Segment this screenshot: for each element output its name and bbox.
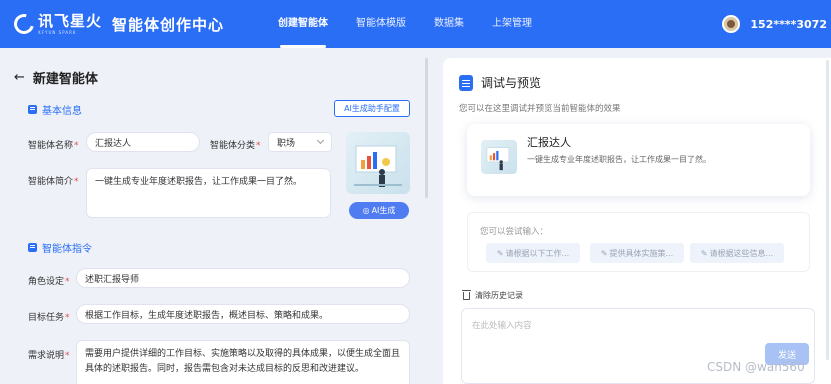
intro-label: 智能体简介* (28, 177, 79, 187)
needs-label: 需求说明* (28, 351, 70, 361)
ai-config-button[interactable]: AI生成助手配置 (334, 100, 410, 117)
presentation-illustration-icon (486, 147, 510, 171)
nav-datasets[interactable]: 数据集 (420, 0, 478, 48)
avatar[interactable] (722, 15, 741, 33)
username: 152****3072 (750, 17, 827, 31)
suggestion-box: 您可以尝试输入： ✎ 请根据以下工作... ✎ 提供具体实施策... ✎ 请根据这些信… (467, 212, 810, 272)
sparkle-icon: ◎ (362, 206, 370, 215)
nav-listing-management[interactable]: 上架管理 (478, 0, 546, 48)
agent-name-input[interactable]: 汇报达人 (86, 132, 200, 152)
basic-info-header: 基本信息 (28, 102, 82, 117)
agent-intro-textarea[interactable]: 一键生成专业年度述职报告，让工作成果一目了然。 (86, 168, 331, 218)
role-label: 角色设定* (28, 277, 70, 287)
main-nav: 创建智能体 智能体模版 数据集 上架管理 (264, 0, 546, 48)
clear-history-button[interactable]: 清除历史记录 (462, 289, 523, 301)
category-select[interactable]: 职场 (268, 132, 332, 152)
spark-logo-icon (10, 10, 38, 38)
edit-icon: ✎ (600, 248, 608, 258)
category-value: 职场 (277, 138, 296, 149)
logo-subtext: XFYUN SPARK (38, 29, 77, 35)
section-icon (28, 243, 37, 252)
suggestion-label: 您可以尝试输入： (480, 227, 549, 237)
brand-logo[interactable]: 讯飞星火 XFYUN SPARK (10, 10, 103, 38)
agent-preview-image (481, 140, 517, 174)
panel-subtitle: 您可以在这里调试并预览当前智能体的效果 (459, 104, 621, 114)
ai-generate-label: AI生成 (371, 206, 396, 215)
watermark: CSDN @wan560 (707, 360, 805, 374)
category-label: 智能体分类* (210, 141, 261, 151)
preview-agent-desc: 一键生成专业年度述职报告，让工作成果一目了然。 (527, 155, 711, 164)
goal-label: 目标任务* (28, 313, 70, 323)
panel-title: 调试与预览 (481, 76, 542, 90)
page-title: 新建智能体 (32, 72, 98, 87)
edit-icon: ✎ (700, 248, 708, 258)
nav-create-agent[interactable]: 创建智能体 (264, 0, 342, 48)
role-input[interactable]: 述职汇报导师 (76, 268, 410, 288)
suggestion-chip[interactable]: ✎ 请根据这些信息... (690, 243, 784, 263)
agent-form-panel: ← 新建智能体 基本信息 AI生成助手配置 智能体名称* 汇报达人 智能体分类*… (0, 58, 430, 384)
agent-avatar-image[interactable] (346, 132, 410, 194)
chat-input-placeholder: 在此处输入内容 (472, 321, 532, 331)
preview-agent-name: 汇报达人 (527, 136, 571, 149)
debug-preview-panel: 调试与预览 您可以在这里调试并预览当前智能体的效果 汇报达人 一键生成专业年度述… (443, 58, 831, 384)
suggestion-chip[interactable]: ✎ 请根据以下工作... (486, 243, 580, 263)
instruction-header: 智能体指令 (28, 240, 92, 255)
logo-text: 讯飞星火 (38, 11, 103, 30)
edit-icon: ✎ (496, 248, 504, 258)
goal-input[interactable]: 根据工作目标，生成年度述职报告，概述目标、策略和成果。 (76, 304, 410, 324)
document-icon (459, 74, 473, 91)
name-label: 智能体名称* (28, 141, 79, 151)
ai-generate-button[interactable]: ◎ AI生成 (349, 202, 409, 219)
needs-textarea[interactable]: 需要用户提供详细的工作目标、实施策略以及取得的具体成果，以便生成全面且具体的述职… (76, 340, 410, 384)
brand-title: 智能体创作中心 (112, 15, 225, 34)
preview-scrollbar[interactable] (826, 60, 829, 360)
suggestion-chip[interactable]: ✎ 提供具体实施策... (590, 243, 684, 263)
top-nav-bar: 讯飞星火 XFYUN SPARK 智能体创作中心 创建智能体 智能体模版 数据集… (0, 0, 831, 48)
nav-agent-templates[interactable]: 智能体模版 (342, 0, 420, 48)
section-title-basic-info: 基本信息 (42, 106, 82, 117)
clear-history-label: 清除历史记录 (475, 291, 523, 300)
form-scrollbar[interactable] (425, 58, 428, 198)
presentation-illustration-icon (354, 145, 402, 187)
section-title-instruction: 智能体指令 (42, 244, 92, 255)
chevron-down-icon (316, 136, 325, 145)
agent-preview-card: 汇报达人 一键生成专业年度述职报告，让工作成果一目了然。 (467, 124, 810, 196)
trash-icon (462, 289, 471, 300)
section-icon (28, 105, 37, 114)
back-arrow-icon[interactable]: ← (14, 70, 25, 85)
user-menu[interactable]: 152****3072 (722, 0, 827, 48)
